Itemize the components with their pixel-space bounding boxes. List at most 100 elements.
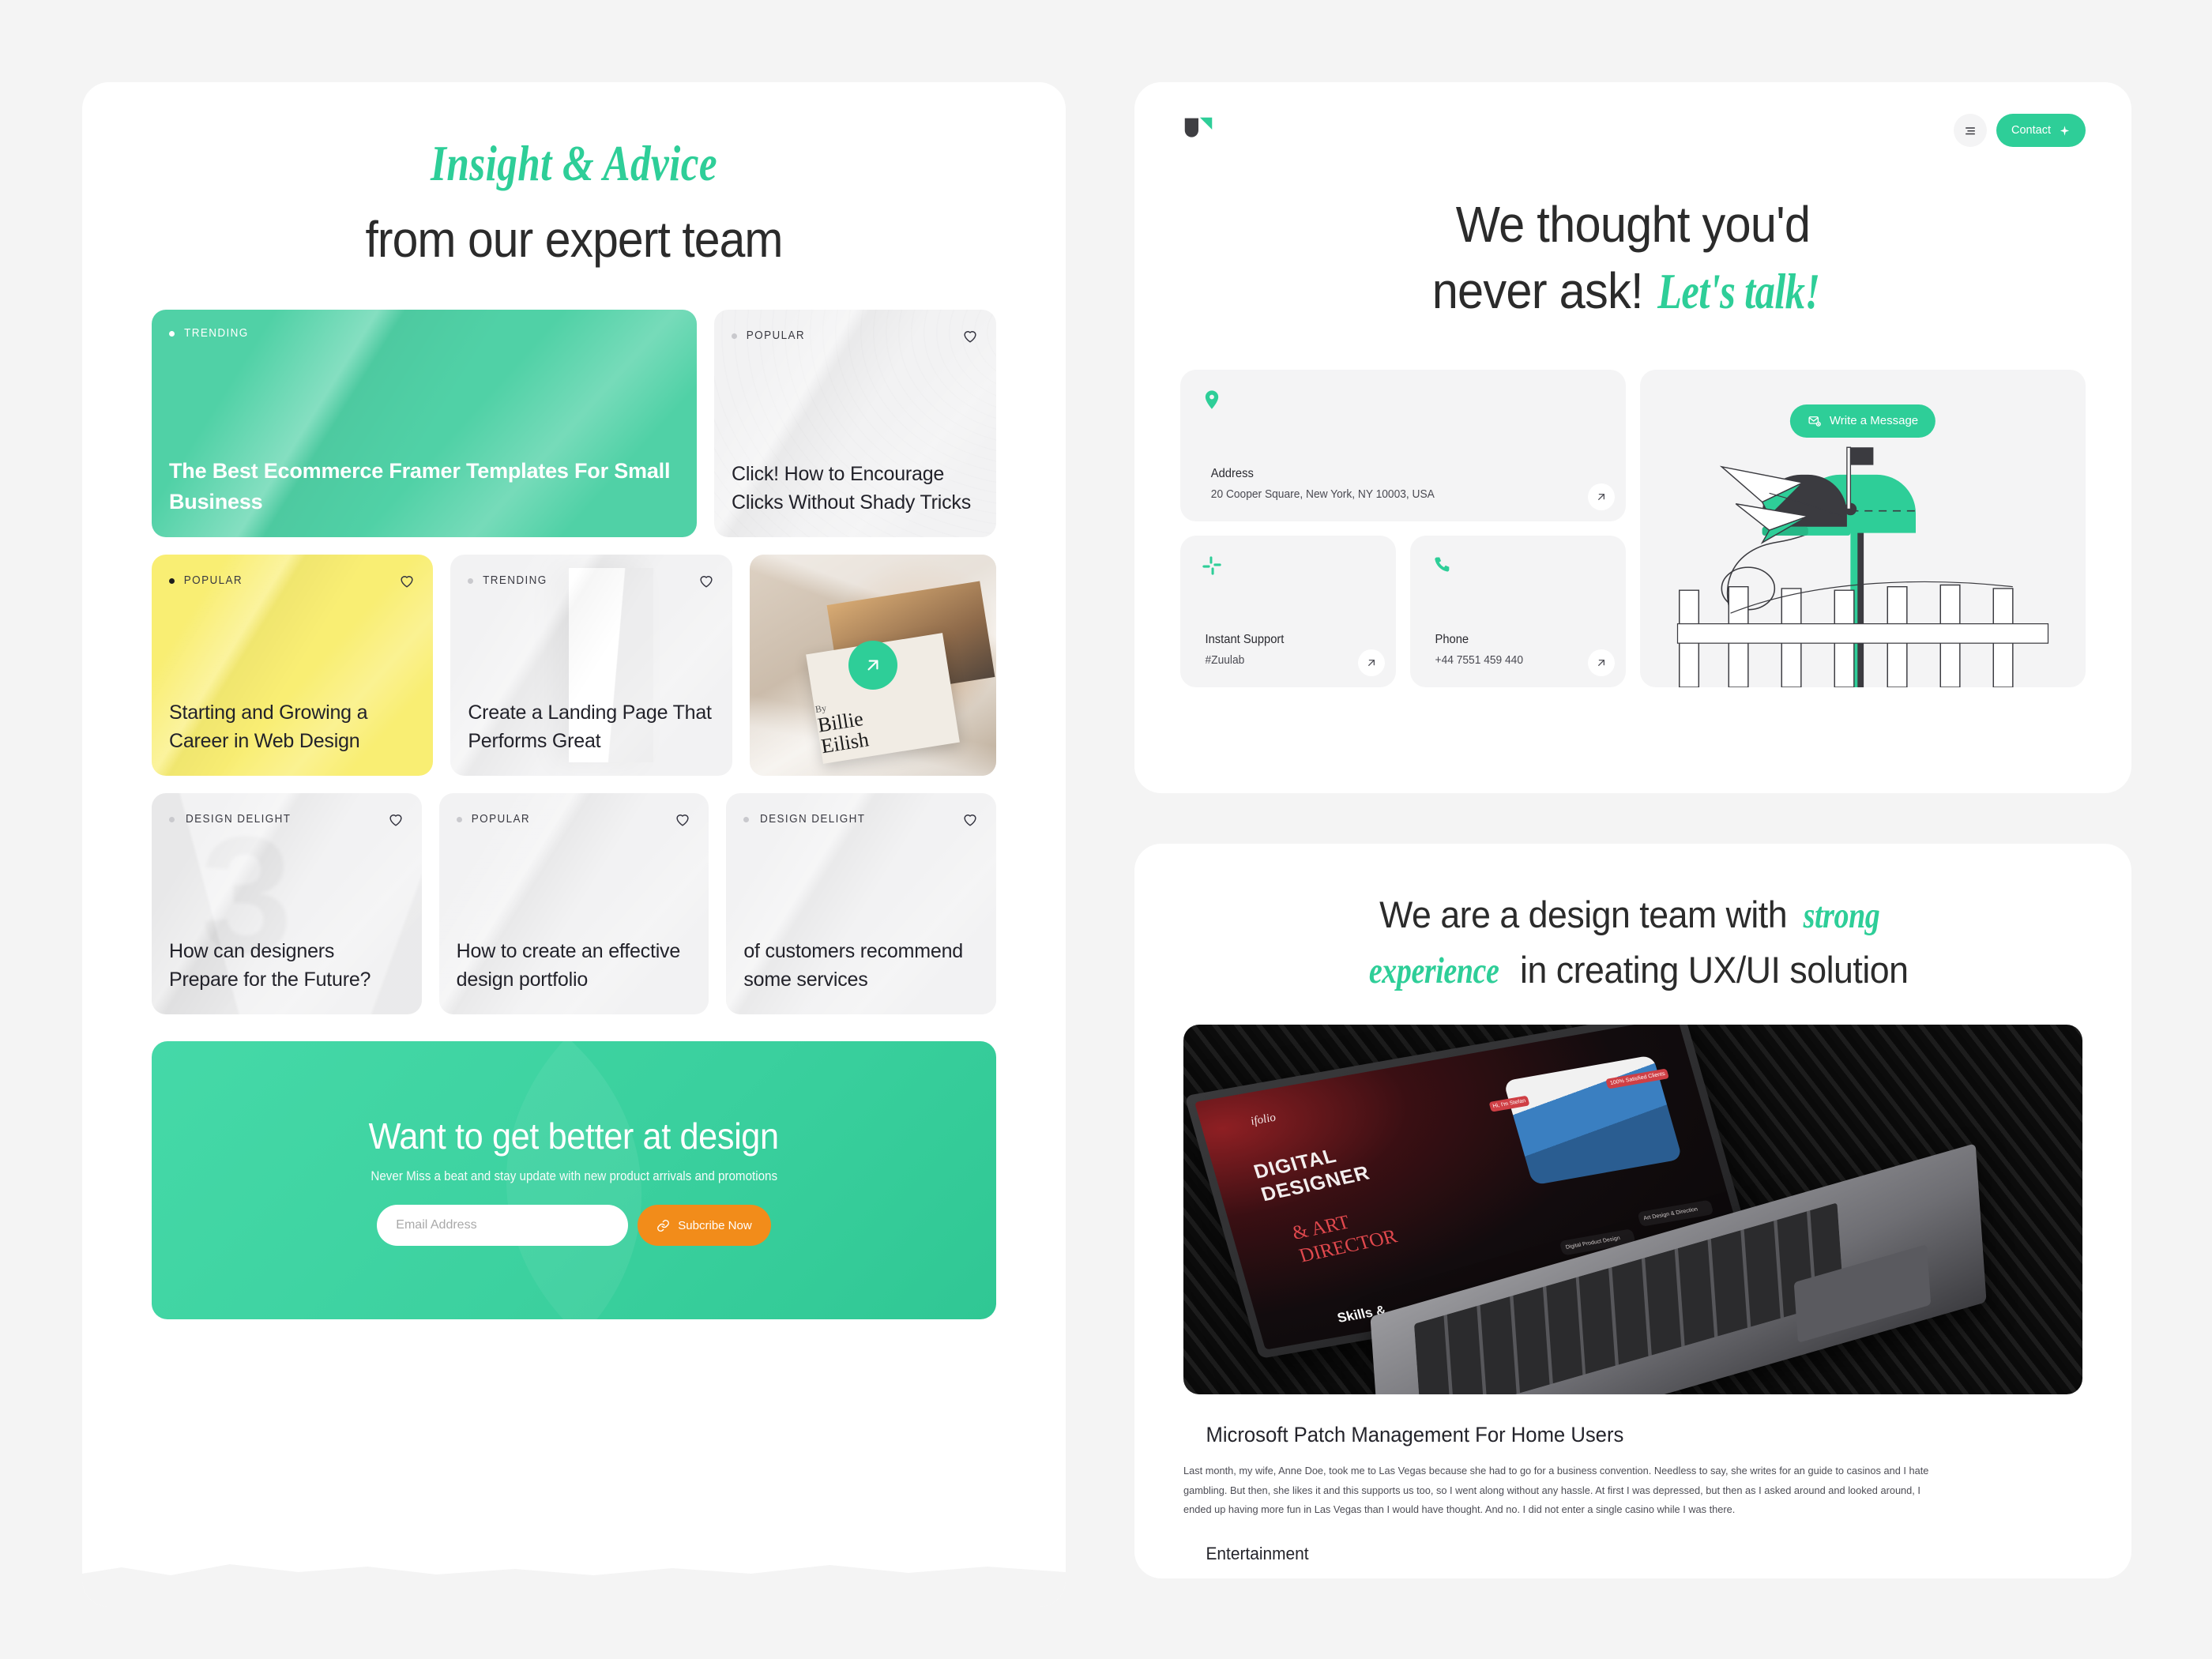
- arrow-up-right-icon: [1598, 494, 1604, 500]
- contact-card-arrow-button[interactable]: [1588, 483, 1615, 510]
- contact-card-arrow-button[interactable]: [1358, 649, 1385, 676]
- contact-card-text: Address 20 Cooper Square, New York, NY 1…: [1201, 467, 1605, 501]
- card-tag: POPULAR: [169, 574, 245, 587]
- article-card[interactable]: POPULAR Starting and Growing a Career in…: [152, 555, 434, 776]
- brand-logo-icon[interactable]: [1180, 112, 1217, 149]
- tag-label: TRENDING: [184, 327, 249, 340]
- contact-card-text: Phone +44 7551 459 440: [1431, 633, 1605, 667]
- contact-heading-line2: never ask!: [1431, 262, 1644, 320]
- favorite-heart-icon[interactable]: [698, 572, 715, 589]
- card-tag: TRENDING: [468, 574, 550, 587]
- card-row-1: TRENDING The Best Ecommerce Framer Templ…: [152, 310, 996, 537]
- contact-panel: Contact We thought you'd never ask! Let's…: [1134, 82, 2131, 793]
- article-card[interactable]: TRENDING Create a Landing Page That Perf…: [450, 555, 732, 776]
- contact-panel-header: Contact: [1134, 82, 2131, 149]
- article-card[interactable]: TRENDING The Best Ecommerce Framer Templ…: [152, 310, 697, 537]
- panel-eyebrow: Insight & Advice: [431, 135, 717, 191]
- card-row-2: POPULAR Starting and Growing a Career in…: [152, 555, 996, 776]
- tag-dot-icon: [456, 816, 462, 822]
- card-title: of customers recommend some services: [743, 940, 963, 991]
- contact-heading-line1: We thought you'd: [1455, 196, 1811, 253]
- tag-label: POPULAR: [471, 813, 530, 826]
- newsletter-banner: Want to get better at design Never Miss …: [152, 1041, 996, 1319]
- design-team-heading: We are a design team with strong experie…: [1206, 888, 2060, 998]
- contact-card-value: 20 Cooper Square, New York, NY 10003, US…: [1210, 487, 1435, 501]
- article-block: Microsoft Patch Management For Home User…: [1183, 1423, 2082, 1563]
- mail-star-icon: [1808, 416, 1821, 427]
- card-meta: POPULAR: [456, 811, 692, 828]
- laptop-hero-image: ifolio DIGITAL DESIGNER & ART DIRECTOR H…: [1183, 1025, 2082, 1395]
- article-card[interactable]: DESIGN DELIGHT of customers recommend so…: [726, 793, 997, 1014]
- card-title: Starting and Growing a Career in Web Des…: [169, 702, 368, 752]
- mailbox-illustration-panel: Write a Message: [1640, 369, 2086, 687]
- contact-heading-accent: Let's talk!: [1657, 263, 1820, 320]
- write-message-label: Write a Message: [1829, 414, 1919, 428]
- card-title: How to create an effective design portfo…: [456, 940, 681, 991]
- contact-card-value: +44 7551 459 440: [1435, 653, 1523, 667]
- card-tag: POPULAR: [732, 329, 807, 342]
- arrow-up-right-icon: [1598, 660, 1604, 666]
- write-message-button[interactable]: Write a Message: [1789, 404, 1936, 438]
- newsletter-title: Want to get better at design: [368, 1115, 780, 1157]
- contact-button-label: Contact: [2011, 124, 2051, 137]
- tag-dot-icon: [169, 577, 175, 584]
- card-meta: TRENDING: [468, 572, 714, 589]
- tag-label: DESIGN DELIGHT: [760, 813, 866, 826]
- card-row-3: 3 DESIGN DELIGHT How can designers Prepa…: [152, 793, 997, 1014]
- screenshot-stage: Insight & Advice from our expert team TR…: [0, 0, 2212, 1659]
- slack-icon: [1202, 556, 1221, 575]
- menu-button[interactable]: [1954, 114, 1988, 147]
- article-card-grid: TRENDING The Best Ecommerce Framer Templ…: [152, 310, 997, 1014]
- phone-icon: [1435, 557, 1450, 572]
- article-card[interactable]: POPULAR Click! How to Encourage Clicks W…: [714, 310, 996, 537]
- contact-info-grid: Address 20 Cooper Square, New York, NY 1…: [1180, 369, 2086, 687]
- card-title: Create a Landing Page That Performs Grea…: [468, 702, 712, 752]
- favorite-heart-icon[interactable]: [387, 811, 404, 828]
- card-title: Click! How to Encourage Clicks Without S…: [732, 463, 972, 514]
- favorite-heart-icon[interactable]: [398, 572, 416, 589]
- contact-card-phone[interactable]: Phone +44 7551 459 440: [1410, 535, 1626, 687]
- tag-dot-icon: [468, 577, 474, 584]
- tag-dot-icon: [732, 333, 737, 339]
- tag-dot-icon: [169, 816, 175, 822]
- newsletter-form: Subcribe Now: [377, 1205, 771, 1246]
- article-card[interactable]: 3 DESIGN DELIGHT How can designers Prepa…: [152, 793, 422, 1014]
- card-tag: POPULAR: [456, 813, 532, 826]
- contact-card-label: Address: [1210, 466, 1254, 480]
- contact-heading: We thought you'd never ask! Let's talk!: [1169, 191, 2097, 325]
- article-category: Entertainment: [1206, 1543, 1309, 1563]
- location-pin-icon: [1205, 390, 1219, 409]
- contact-card-label: Phone: [1435, 632, 1469, 646]
- card-meta: POPULAR: [732, 327, 979, 344]
- contact-button[interactable]: Contact: [1996, 114, 2086, 147]
- heading-accent-strong: strong: [1803, 895, 1880, 936]
- card-title: How can designers Prepare for the Future…: [169, 940, 371, 991]
- subscribe-button[interactable]: Subcribe Now: [638, 1205, 771, 1246]
- menu-icon: [1966, 127, 1976, 135]
- design-team-panel: We are a design team with strong experie…: [1134, 844, 2131, 1578]
- photo-caption: By Billie Eilish: [814, 697, 871, 758]
- screen-title: DIGITAL DESIGNER: [1251, 1139, 1373, 1206]
- card-tag: DESIGN DELIGHT: [169, 813, 295, 826]
- featured-photo-card[interactable]: By Billie Eilish: [749, 555, 996, 776]
- contact-card-label: Instant Support: [1205, 632, 1285, 646]
- heading-part-a: We are a design team with: [1379, 893, 1797, 935]
- favorite-heart-icon[interactable]: [961, 811, 979, 828]
- card-title: The Best Ecommerce Framer Templates For …: [169, 459, 671, 514]
- favorite-heart-icon[interactable]: [961, 327, 979, 344]
- open-article-button[interactable]: [848, 641, 897, 690]
- card-meta: DESIGN DELIGHT: [743, 811, 979, 828]
- contact-card-address[interactable]: Address 20 Cooper Square, New York, NY 1…: [1180, 369, 1626, 521]
- arrow-up-right-icon: [867, 660, 878, 671]
- favorite-heart-icon[interactable]: [674, 811, 691, 828]
- panel-torn-edge: [82, 1564, 1066, 1607]
- article-card[interactable]: POPULAR How to create an effective desig…: [438, 793, 709, 1014]
- contact-card-arrow-button[interactable]: [1588, 649, 1615, 676]
- sparkle-icon: [2060, 125, 2070, 136]
- contact-card-instant-support[interactable]: Instant Support #Zuulab: [1180, 535, 1396, 687]
- tag-label: TRENDING: [483, 574, 547, 587]
- screen-brand: ifolio: [1248, 1112, 1277, 1129]
- email-input[interactable]: [377, 1205, 629, 1246]
- link-icon: [657, 1219, 670, 1232]
- header-actions: Contact: [1954, 114, 2086, 147]
